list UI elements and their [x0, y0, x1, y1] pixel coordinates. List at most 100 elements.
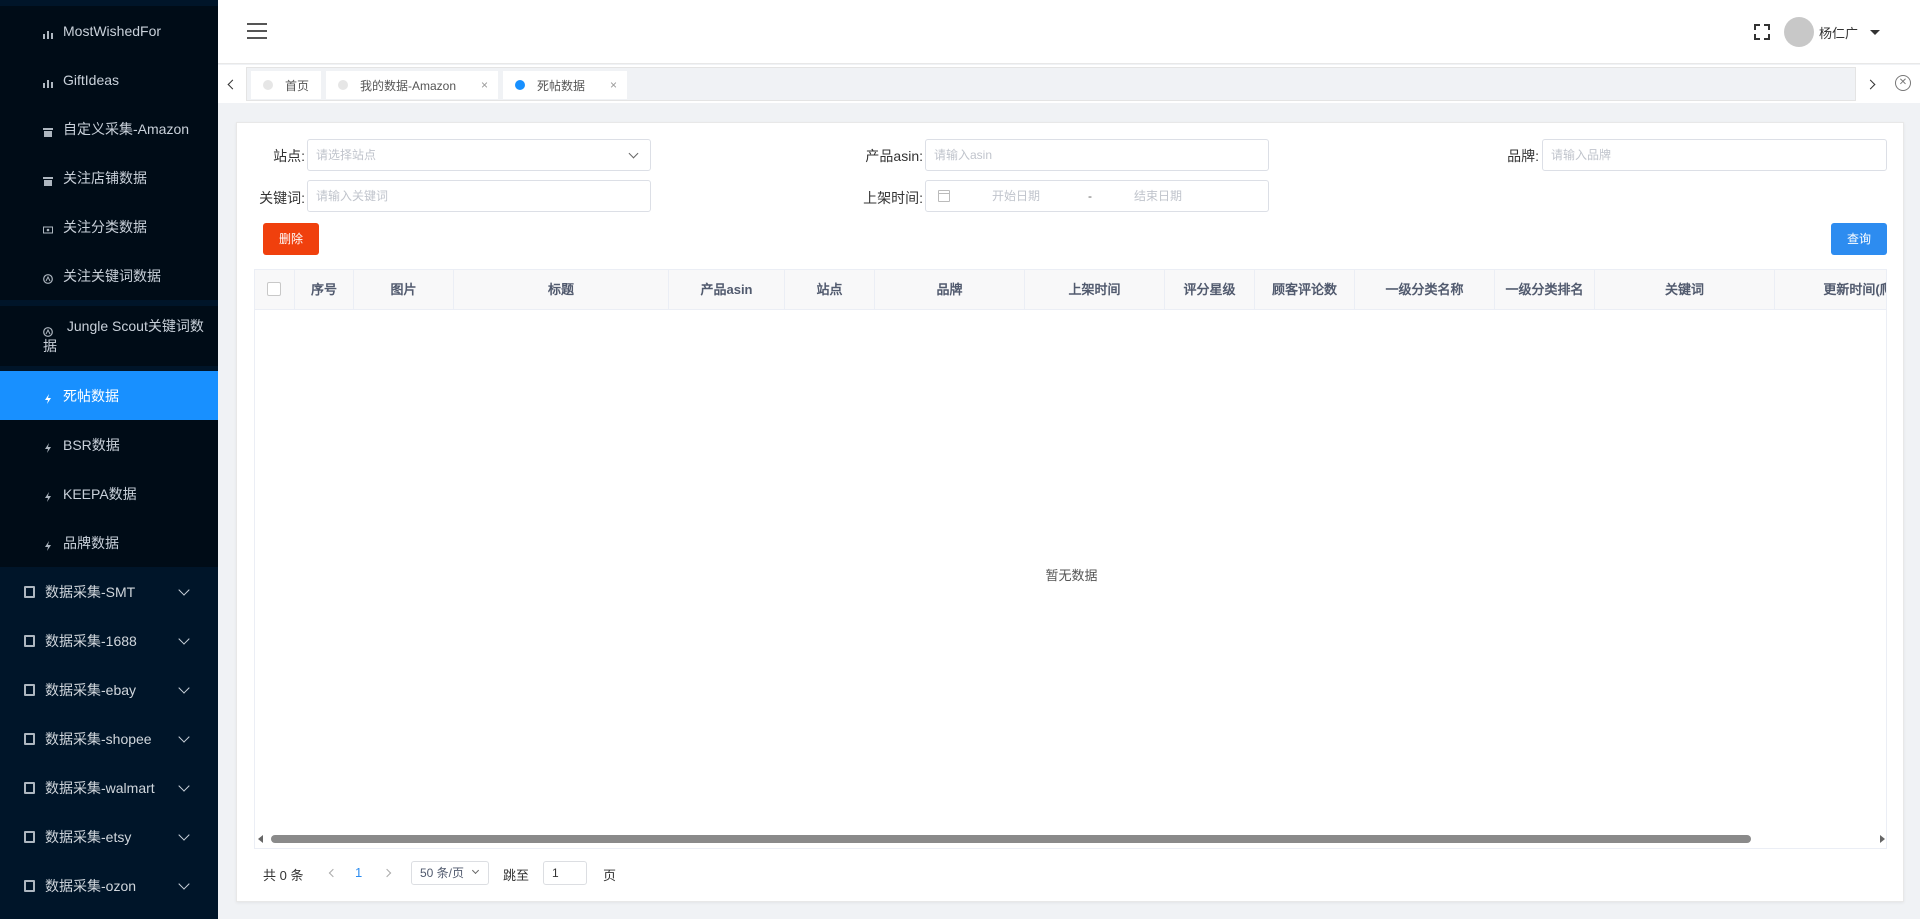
close-all-tabs-icon[interactable]: ✕ — [1895, 75, 1911, 91]
chevron-down-icon — [471, 866, 480, 875]
close-icon[interactable]: × — [481, 79, 488, 91]
lightning-icon — [43, 440, 53, 453]
sidebar-menu-walmart[interactable]: 数据采集-walmart — [0, 763, 218, 812]
data-table: 序号 图片 标题 产品asin 站点 品牌 上架时间 评分星级 顾客评论数 一级… — [254, 269, 1887, 849]
sidebar-item-category-data[interactable]: 关注分类数据 — [0, 202, 218, 251]
sidebar-item-keepa-data[interactable]: KEEPA数据 — [0, 469, 218, 518]
tab-bar: 首页 我的数据-Amazon × 死帖数据 × ✕ — [218, 65, 1920, 103]
tab-label: 首页 — [285, 78, 310, 93]
sidebar-menu-label: 数据采集-ozon — [45, 877, 137, 894]
scrollbar-thumb[interactable] — [271, 835, 1751, 843]
sidebar-menu-etsy[interactable]: 数据采集-etsy — [0, 812, 218, 861]
tab-dot-icon — [515, 80, 525, 90]
tab-label: 死帖数据 — [537, 78, 586, 93]
chevron-down-icon — [178, 829, 190, 841]
sidebar-item-keyword-data[interactable]: 关注关键词数据 — [0, 251, 218, 300]
archive-icon — [43, 173, 53, 186]
sidebar-item-label: 死帖数据 — [63, 387, 119, 404]
sidebar-item-label: 自定义采集-Amazon — [63, 120, 190, 137]
date-start-placeholder[interactable]: 开始日期 — [992, 181, 1040, 211]
sidebar-item-label: 关注店铺数据 — [63, 169, 147, 186]
sidebar-item-dead-listing[interactable]: 死帖数据 — [0, 371, 218, 420]
th-asin: 产品asin — [669, 270, 785, 310]
sidebar-menu-label: 数据采集-1688 — [45, 632, 137, 649]
chevron-down-icon — [628, 148, 639, 159]
th-select — [255, 270, 295, 310]
keyword-input[interactable]: 请输入关键词 — [307, 180, 651, 212]
th-brand: 品牌 — [875, 270, 1025, 310]
document-icon — [24, 879, 35, 892]
site-select[interactable]: 请选择站点 — [307, 139, 651, 171]
th-category-rank: 一级分类排名 — [1495, 270, 1595, 310]
lightning-icon — [43, 489, 53, 502]
sidebar-item-shop-data[interactable]: 关注店铺数据 — [0, 153, 218, 202]
prev-page-icon[interactable] — [328, 868, 338, 878]
sidebar-item-label: GiftIdeas — [63, 71, 120, 88]
th-update-time: 更新时间(爬取 — [1775, 270, 1886, 310]
chevron-down-icon — [178, 780, 190, 792]
table-header: 序号 图片 标题 产品asin 站点 品牌 上架时间 评分星级 顾客评论数 一级… — [255, 270, 1886, 310]
site-label: 站点: — [273, 148, 305, 164]
close-icon[interactable]: × — [610, 79, 617, 91]
sidebar-item-mostwishedfor[interactable]: MostWishedFor — [0, 6, 218, 55]
th-image: 图片 — [354, 270, 454, 310]
tab-dot-icon — [338, 80, 348, 90]
sidebar-item-junglescout[interactable]: Jungle Scout关键词数据 — [0, 306, 218, 366]
date-range-picker[interactable]: 开始日期 - 结束日期 — [925, 180, 1269, 212]
sidebar-menu-label: 数据采集-walmart — [45, 779, 155, 796]
chevron-down-icon — [178, 731, 190, 743]
tab-my-data-amazon[interactable]: 我的数据-Amazon × — [326, 71, 498, 99]
query-button[interactable]: 查询 — [1831, 223, 1887, 255]
tab-label: 我的数据-Amazon — [360, 78, 457, 93]
asin-input-placeholder: 请输入asin — [934, 148, 993, 162]
th-review-count: 顾客评论数 — [1255, 270, 1355, 310]
next-page-icon[interactable] — [382, 868, 392, 878]
th-listing-date: 上架时间 — [1025, 270, 1165, 310]
sidebar-item-giftideas[interactable]: GiftIdeas — [0, 55, 218, 104]
sidebar-item-label: BSR数据 — [63, 436, 120, 453]
goto-page-input[interactable]: 1 — [543, 861, 587, 885]
delete-button[interactable]: 删除 — [263, 223, 319, 255]
bar-chart-icon — [43, 75, 53, 88]
page-size-value: 50 条/页 — [420, 866, 465, 880]
tab-home[interactable]: 首页 — [251, 71, 321, 99]
sidebar-item-label: MostWishedFor — [63, 22, 162, 39]
menu-toggle-icon[interactable] — [247, 23, 267, 39]
sidebar-menu-ebay[interactable]: 数据采集-ebay — [0, 665, 218, 714]
keyword-input-placeholder: 请输入关键词 — [316, 189, 389, 203]
date-separator: - — [1088, 189, 1092, 203]
horizontal-scrollbar[interactable] — [255, 830, 1886, 848]
sidebar-item-custom-amazon[interactable]: 自定义采集-Amazon — [0, 104, 218, 153]
caret-down-icon[interactable] — [1870, 30, 1880, 35]
brand-input-placeholder: 请输入品牌 — [1551, 148, 1612, 162]
lightning-icon — [43, 538, 53, 551]
sidebar-menu-ozon[interactable]: 数据采集-ozon — [0, 861, 218, 910]
keyword-label: 关键词: — [259, 190, 305, 206]
tab-scroll-left-icon[interactable] — [218, 67, 242, 101]
th-site: 站点 — [785, 270, 875, 310]
document-icon — [24, 683, 35, 696]
brand-input[interactable]: 请输入品牌 — [1542, 139, 1887, 171]
fullscreen-icon[interactable] — [1754, 24, 1770, 40]
page-size-select[interactable]: 50 条/页 — [411, 861, 489, 885]
sidebar-item-bsr-data[interactable]: BSR数据 — [0, 420, 218, 469]
scroll-left-arrow-icon[interactable] — [258, 835, 263, 843]
sidebar-menu-label: 数据采集-SMT — [45, 583, 136, 600]
tab-scroll-right-icon[interactable] — [1860, 67, 1884, 101]
select-all-checkbox[interactable] — [267, 282, 281, 296]
scroll-right-arrow-icon[interactable] — [1880, 835, 1885, 843]
sidebar-menu-shopee[interactable]: 数据采集-shopee — [0, 714, 218, 763]
page-1[interactable]: 1 — [355, 865, 362, 880]
username[interactable]: 杨仁广 — [1819, 23, 1858, 42]
site-select-placeholder: 请选择站点 — [316, 148, 377, 162]
tab-dead-listing[interactable]: 死帖数据 × — [503, 71, 627, 99]
th-title: 标题 — [454, 270, 669, 310]
sidebar-menu-1688[interactable]: 数据采集-1688 — [0, 616, 218, 665]
avatar[interactable] — [1784, 17, 1814, 47]
asin-input[interactable]: 请输入asin — [925, 139, 1269, 171]
date-end-placeholder[interactable]: 结束日期 — [1134, 181, 1182, 211]
sidebar-item-brand-data[interactable]: 品牌数据 — [0, 518, 218, 567]
sidebar-menu-label: 数据采集-ebay — [45, 681, 137, 698]
sidebar-menu-smt[interactable]: 数据采集-SMT — [0, 567, 218, 616]
sidebar-item-label: 关注分类数据 — [63, 218, 147, 235]
